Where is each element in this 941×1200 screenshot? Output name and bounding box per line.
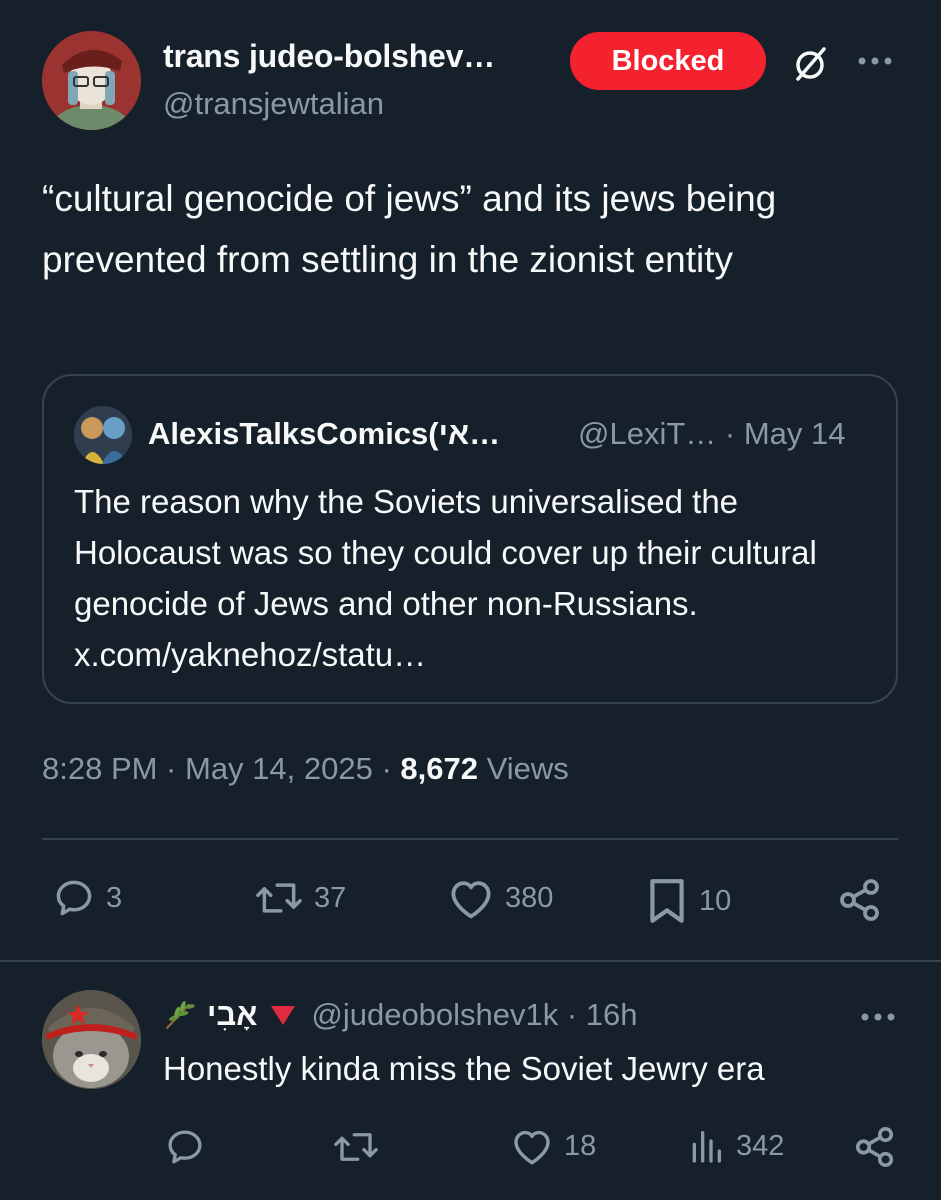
reply-repost-button[interactable]	[332, 1126, 380, 1168]
repost-count: 37	[314, 881, 347, 914]
repost-icon	[334, 1133, 378, 1161]
repost-button[interactable]: 37	[254, 876, 346, 920]
tweet-detail-page: trans judeo-bolshev… @transjewtalian Blo…	[0, 0, 941, 1200]
olive-branch-icon	[166, 1001, 195, 1029]
tweet-text: “cultural genocide of jews” and its jews…	[42, 178, 777, 280]
author-name[interactable]: trans judeo-bolshev…	[163, 38, 495, 75]
share-icon	[840, 879, 879, 921]
like-icon	[451, 881, 491, 919]
tweet-timestamp[interactable]: 8:28 PM · May 14, 2025 ·	[42, 751, 400, 786]
share-button[interactable]	[836, 876, 884, 924]
reply-header: אָבִי @judeobolshev1k · 16h	[163, 994, 638, 1036]
bookmark-icon	[650, 879, 684, 923]
reply-button[interactable]: 3	[52, 876, 122, 920]
quote-author-avatar[interactable]	[74, 406, 132, 464]
reply-share-button[interactable]	[852, 1124, 898, 1170]
reply-reply-button[interactable]	[164, 1126, 206, 1168]
reply-like-button[interactable]: 18	[510, 1126, 596, 1166]
reply-icon	[56, 880, 92, 916]
views-label: Views	[477, 751, 569, 786]
more-icon[interactable]	[858, 1005, 898, 1029]
blocked-button[interactable]: Blocked	[570, 32, 766, 90]
reply-like-count: 18	[564, 1129, 597, 1162]
like-count: 380	[505, 881, 554, 914]
tweet-meta: 8:28 PM · May 14, 2025 · 8,672 Views	[42, 751, 569, 787]
reply-views-button[interactable]: 342	[686, 1126, 784, 1166]
divider	[0, 960, 941, 962]
quoted-tweet[interactable]: AlexisTalksComics(אי… @LexiT… · May 14 T…	[42, 374, 898, 704]
more-icon[interactable]	[855, 46, 895, 76]
grok-icon[interactable]	[788, 42, 832, 86]
reply-author-avatar[interactable]	[42, 990, 141, 1089]
like-button[interactable]: 380	[447, 876, 553, 920]
quote-handle-date: @LexiT… · May 14	[578, 416, 846, 451]
quote-text: The reason why the Soviets universalised…	[74, 483, 817, 673]
bookmark-button[interactable]: 10	[645, 876, 731, 926]
repost-icon	[256, 883, 302, 913]
reply-count: 3	[106, 881, 123, 914]
author-handle[interactable]: @transjewtalian	[163, 86, 384, 122]
views-icon	[692, 1131, 721, 1163]
divider	[42, 838, 898, 840]
views-count: 8,672	[400, 751, 478, 786]
share-icon	[855, 1126, 894, 1168]
author-avatar[interactable]	[42, 31, 141, 130]
reply-author-name[interactable]: אָבִי	[207, 997, 257, 1033]
red-triangle-icon	[271, 1006, 296, 1025]
like-icon	[514, 1130, 550, 1165]
reply-handle-time[interactable]: @judeobolshev1k · 16h	[311, 997, 637, 1033]
reply-text: Honestly kinda miss the Soviet Jewry era	[163, 1050, 765, 1087]
quote-author-name[interactable]: AlexisTalksComics(אי…	[148, 416, 500, 452]
reply-icon	[168, 1130, 202, 1164]
reply-views-count: 342	[736, 1129, 785, 1162]
bookmark-count: 10	[699, 884, 732, 917]
